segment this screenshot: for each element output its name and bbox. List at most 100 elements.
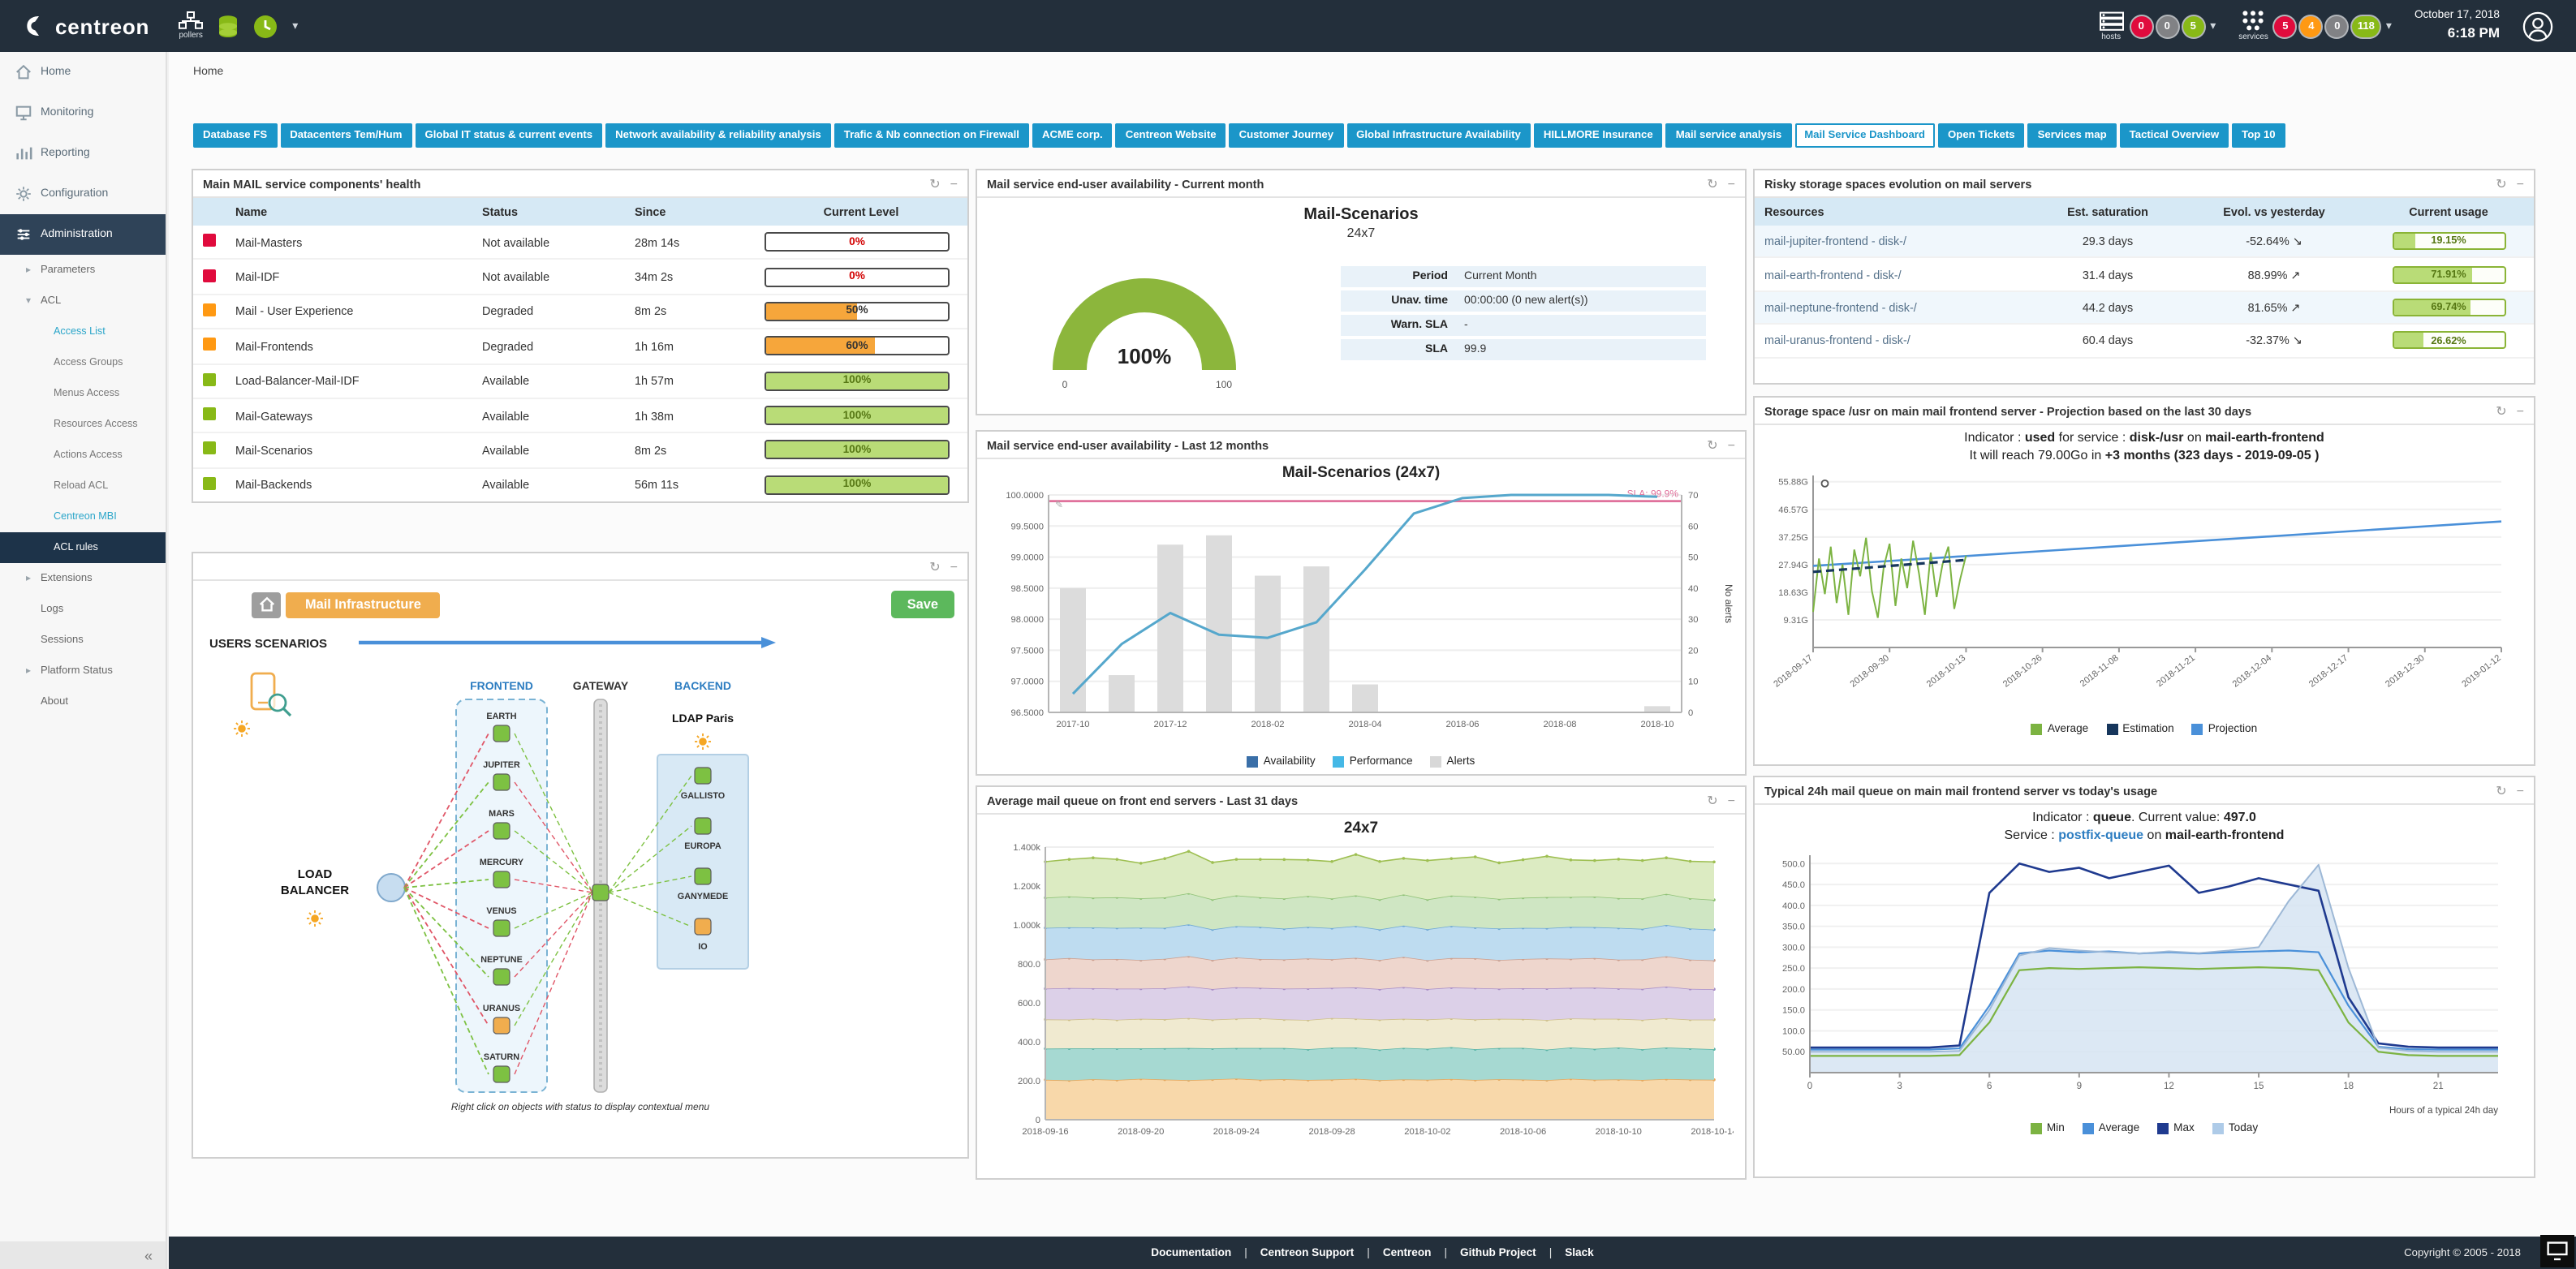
centreon-logo[interactable]: centreon: [23, 13, 149, 39]
refresh-icon[interactable]: ↻: [929, 176, 940, 191]
sidebar-sub-extensions[interactable]: ▸Extensions: [0, 563, 166, 594]
health-row[interactable]: Mail-GatewaysAvailable1h 38m100%: [193, 398, 967, 433]
user-avatar[interactable]: [2522, 11, 2553, 41]
risky-row[interactable]: mail-uranus-frontend - disk-/60.4 days-3…: [1755, 324, 2534, 357]
sidebar-sub-sessions[interactable]: Sessions: [0, 625, 166, 656]
health-row[interactable]: Mail-ScenariosAvailable8m 2s100%: [193, 433, 967, 468]
tab-customer-journey[interactable]: Customer Journey: [1230, 123, 1344, 148]
health-row[interactable]: Mail-BackendsAvailable56m 11s100%: [193, 467, 967, 502]
breadcrumb[interactable]: Home: [193, 67, 223, 78]
sidebar-sub-logs[interactable]: Logs: [0, 594, 166, 625]
infrastructure-tag[interactable]: Mail Infrastructure: [286, 591, 441, 617]
status-badge[interactable]: 0: [2327, 15, 2348, 37]
save-button[interactable]: Save: [891, 591, 954, 618]
health-row[interactable]: Mail-MastersNot available28m 14s0%: [193, 226, 967, 260]
refresh-icon[interactable]: ↻: [1707, 437, 1717, 452]
sidebar-sub-access-groups[interactable]: Access Groups: [0, 347, 166, 378]
sidebar-sub-about[interactable]: About: [0, 686, 166, 717]
svg-text:9.31G: 9.31G: [1784, 615, 1808, 625]
minimize-icon[interactable]: −: [950, 559, 958, 574]
status-badge[interactable]: 5: [2275, 15, 2296, 37]
minimize-icon[interactable]: −: [2517, 403, 2524, 418]
footer-link-github-project[interactable]: Github Project: [1460, 1247, 1536, 1258]
pollers-icon[interactable]: pollers: [179, 11, 203, 41]
latency-clock-icon[interactable]: [253, 14, 278, 38]
status-badge[interactable]: 118: [2353, 15, 2380, 37]
usage-bar: 69.74%: [2392, 299, 2505, 316]
minimize-icon[interactable]: −: [2517, 176, 2524, 191]
health-row[interactable]: Mail - User ExperienceDegraded8m 2s50%: [193, 295, 967, 329]
health-row[interactable]: Mail-FrontendsDegraded1h 16m60%: [193, 329, 967, 363]
refresh-icon[interactable]: ↻: [1707, 176, 1717, 191]
sidebar-collapse-button[interactable]: «: [0, 1241, 166, 1269]
sidebar-item-monitoring[interactable]: Monitoring: [0, 92, 166, 133]
risky-row[interactable]: mail-jupiter-frontend - disk-/29.3 days-…: [1755, 226, 2534, 258]
sidebar-sub-actions-access[interactable]: Actions Access: [0, 440, 166, 471]
sidebar-item-administration[interactable]: Administration: [0, 214, 166, 255]
sidebar-sub-parameters[interactable]: ▸Parameters: [0, 255, 166, 286]
chevron-down-icon[interactable]: ▾: [292, 19, 298, 32]
refresh-icon[interactable]: ↻: [2496, 783, 2506, 798]
status-badge[interactable]: 5: [2182, 15, 2203, 37]
sidebar-item-home[interactable]: Home: [0, 52, 166, 92]
database-status-icon[interactable]: [218, 14, 239, 38]
footer: Documentation|Centreon Support|Centreon|…: [169, 1237, 2576, 1269]
tab-trafic-nb-connection-on-firewall[interactable]: Trafic & Nb connection on Firewall: [834, 123, 1029, 148]
panel-title: Average mail queue on front end servers …: [987, 793, 1298, 807]
tab-database-fs[interactable]: Database FS: [193, 123, 277, 148]
footer-link-documentation[interactable]: Documentation: [1151, 1247, 1231, 1258]
level-bar: 100%: [765, 475, 950, 495]
tab-services-map[interactable]: Services map: [2028, 123, 2117, 148]
services-icon[interactable]: services: [2238, 10, 2268, 42]
tab-open-tickets[interactable]: Open Tickets: [1938, 123, 2025, 148]
risky-row[interactable]: mail-earth-frontend - disk-/31.4 days88.…: [1755, 258, 2534, 291]
display-mode-button[interactable]: [2540, 1235, 2574, 1267]
tab-acme-corp[interactable]: ACME corp.: [1032, 123, 1113, 148]
tab-centreon-website[interactable]: Centreon Website: [1116, 123, 1226, 148]
tab-top-10[interactable]: Top 10: [2232, 123, 2285, 148]
chevron-down-icon[interactable]: ▾: [2210, 19, 2216, 32]
refresh-icon[interactable]: ↻: [2496, 403, 2506, 418]
minimize-icon[interactable]: −: [950, 176, 958, 191]
tab-tactical-overview[interactable]: Tactical Overview: [2120, 123, 2229, 148]
minimize-icon[interactable]: −: [1728, 793, 1735, 807]
footer-links: Documentation|Centreon Support|Centreon|…: [1151, 1247, 1594, 1258]
sidebar-sub-centreon-mbi[interactable]: Centreon MBI: [0, 501, 166, 532]
health-row[interactable]: Load-Balancer-Mail-IDFAvailable1h 57m100…: [193, 363, 967, 398]
sidebar-sub-platform-status[interactable]: ▸Platform Status: [0, 656, 166, 686]
footer-link-slack[interactable]: Slack: [1565, 1247, 1594, 1258]
tab-hillmore-insurance[interactable]: HILLMORE Insurance: [1534, 123, 1663, 148]
footer-link-centreon-support[interactable]: Centreon Support: [1260, 1247, 1355, 1258]
tab-mail-service-analysis[interactable]: Mail service analysis: [1666, 123, 1792, 148]
refresh-icon[interactable]: ↻: [1707, 793, 1717, 807]
tab-mail-service-dashboard[interactable]: Mail Service Dashboard: [1794, 123, 1935, 148]
sidebar-sub-menus-access[interactable]: Menus Access: [0, 378, 166, 409]
sidebar-sub-resources-access[interactable]: Resources Access: [0, 409, 166, 440]
tab-global-it-status-current-events[interactable]: Global IT status & current events: [415, 123, 602, 148]
hosts-icon[interactable]: hosts: [2098, 11, 2124, 41]
refresh-icon[interactable]: ↻: [2496, 176, 2506, 191]
tab-network-availability-reliability-analysis[interactable]: Network availability & reliability analy…: [605, 123, 831, 148]
sidebar-sub-acl[interactable]: ▾ACL: [0, 286, 166, 316]
tab-global-infrastructure-availability[interactable]: Global Infrastructure Availability: [1346, 123, 1531, 148]
minimize-icon[interactable]: −: [1728, 437, 1735, 452]
infrastructure-diagram[interactable]: USERS SCENARIOSFRONTENDGATEWAYBACKENDLOA…: [193, 622, 956, 1102]
sidebar-sub-access-list[interactable]: Access List: [0, 316, 166, 347]
status-badge[interactable]: 0: [2130, 15, 2152, 37]
tab-datacenters-tem-hum[interactable]: Datacenters Tem/Hum: [280, 123, 411, 148]
sidebar-item-reporting[interactable]: Reporting: [0, 133, 166, 174]
refresh-icon[interactable]: ↻: [929, 559, 940, 574]
svg-text:GANYMEDE: GANYMEDE: [678, 892, 728, 901]
minimize-icon[interactable]: −: [1728, 176, 1735, 191]
status-badge[interactable]: 4: [2301, 15, 2322, 37]
status-badge[interactable]: 0: [2156, 15, 2178, 37]
sidebar-item-configuration[interactable]: Configuration: [0, 174, 166, 214]
footer-link-centreon[interactable]: Centreon: [1383, 1247, 1432, 1258]
sidebar-sub-reload-acl[interactable]: Reload ACL: [0, 471, 166, 501]
sidebar-sub-acl-rules[interactable]: ACL rules: [0, 532, 166, 563]
health-row[interactable]: Mail-IDFNot available34m 2s0%: [193, 260, 967, 295]
chevron-down-icon[interactable]: ▾: [2386, 19, 2392, 32]
risky-row[interactable]: mail-neptune-frontend - disk-/44.2 days8…: [1755, 291, 2534, 325]
minimize-icon[interactable]: −: [2517, 783, 2524, 798]
home-tile-icon[interactable]: [252, 591, 281, 617]
